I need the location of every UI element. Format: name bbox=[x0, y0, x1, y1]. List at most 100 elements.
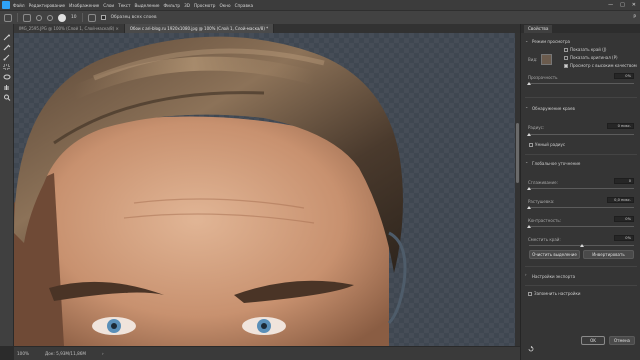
brush-preset-icon[interactable] bbox=[58, 13, 66, 22]
menu-view[interactable]: Просмотр bbox=[194, 3, 216, 8]
contrast-slider-knob[interactable] bbox=[527, 225, 531, 228]
show-edge-label: Показать край (J) bbox=[570, 47, 607, 52]
contrast-label: Контрастность: bbox=[528, 218, 562, 223]
opacity-field[interactable]: 0% bbox=[614, 73, 634, 79]
feather-slider-knob[interactable] bbox=[527, 206, 531, 209]
smart-radius-checkbox[interactable] bbox=[529, 143, 533, 147]
opacity-slider[interactable] bbox=[529, 83, 634, 84]
document-tabs: IMG_2595.JPG @ 100% (Слой 1, Слой-маска/… bbox=[14, 24, 520, 33]
clear-selection-button[interactable]: Очистить выделение bbox=[529, 250, 580, 259]
show-original-checkbox[interactable] bbox=[564, 56, 568, 60]
photoshop-logo bbox=[2, 1, 10, 9]
radius-label: Радиус: bbox=[528, 125, 545, 130]
view-mode-label: Режим просмотра bbox=[532, 39, 570, 44]
smooth-slider[interactable] bbox=[529, 188, 634, 189]
properties-panel: Свойства ⌄ Режим просмотра Вид: Показать… bbox=[520, 24, 640, 360]
refine-edge-brush-icon[interactable] bbox=[3, 44, 11, 51]
divider bbox=[525, 154, 637, 155]
show-original-label: Показать оригинал (P) bbox=[570, 55, 618, 60]
view-label: Вид: bbox=[528, 57, 538, 62]
contrast-slider[interactable] bbox=[529, 226, 634, 227]
divider bbox=[525, 97, 637, 98]
hand-tool-icon[interactable] bbox=[3, 84, 11, 91]
divider bbox=[17, 13, 18, 22]
tab-img-2595[interactable]: IMG_2595.JPG @ 100% (Слой 1, Слой-маска/… bbox=[14, 24, 125, 33]
smart-radius-label: Умный радиус bbox=[535, 142, 566, 147]
menu-text[interactable]: Текст bbox=[118, 3, 130, 8]
brush-add-icon[interactable] bbox=[36, 14, 42, 21]
scrollbar-thumb[interactable] bbox=[516, 123, 519, 183]
menu-window[interactable]: Окно bbox=[219, 3, 230, 8]
show-edge-checkbox[interactable] bbox=[564, 48, 568, 52]
close-button[interactable]: ✕ bbox=[632, 2, 636, 8]
radius-field[interactable]: 0 пикс. bbox=[607, 123, 634, 129]
doc-info: Док: 5,93M/11,86M bbox=[44, 351, 87, 356]
radius-slider[interactable] bbox=[529, 134, 634, 135]
chevron-down-icon[interactable]: ⌄ bbox=[525, 38, 528, 43]
opacity-label: Прозрачность bbox=[528, 75, 558, 80]
reset-icon[interactable] bbox=[528, 337, 534, 352]
chevron-right-icon[interactable]: › bbox=[525, 272, 527, 277]
lasso-tool-icon[interactable] bbox=[3, 74, 11, 81]
sample-all-layers-label: Образец всех слоев bbox=[110, 15, 157, 20]
invert-button[interactable]: Инвертировать bbox=[583, 250, 634, 259]
options-bar: 10 Образец всех слоев Р bbox=[0, 10, 640, 24]
brush-subtract-icon[interactable] bbox=[47, 14, 53, 21]
contrast-field[interactable]: 0% bbox=[614, 216, 634, 222]
shift-edge-label: Сместить край: bbox=[528, 237, 561, 242]
minimize-button[interactable]: — bbox=[608, 2, 613, 8]
zoom-tool-icon[interactable] bbox=[3, 94, 11, 101]
view-thumbnail[interactable] bbox=[541, 54, 552, 65]
menu-image[interactable]: Изображение bbox=[69, 3, 99, 8]
global-refinements-label: Глобальное уточнение bbox=[532, 161, 581, 166]
menu-edit[interactable]: Редактирование bbox=[29, 3, 66, 8]
sample-all-layers-checkbox[interactable] bbox=[100, 15, 106, 20]
remember-settings-label: Запомнить настройки bbox=[534, 291, 581, 296]
panel-toggle[interactable]: Р bbox=[633, 15, 636, 20]
angle-icon[interactable] bbox=[87, 13, 96, 22]
shift-edge-slider-knob[interactable] bbox=[579, 244, 584, 247]
panel-header: Свойства bbox=[521, 24, 640, 33]
edge-detection-label: Обнаружение краев bbox=[532, 106, 575, 111]
status-arrow[interactable]: › bbox=[102, 351, 104, 356]
feather-slider[interactable] bbox=[529, 207, 634, 208]
output-settings-label: Настройки экспорта bbox=[532, 274, 576, 279]
tab-wallpaper[interactable]: Обои с ari-blog.ru 1920x1080.jpg @ 100% … bbox=[124, 24, 275, 33]
smooth-field[interactable]: 0 bbox=[614, 178, 634, 184]
high-quality-label: Просмотр с высоким качеством bbox=[570, 63, 637, 68]
high-quality-checkbox[interactable] bbox=[564, 64, 568, 68]
zoom-level[interactable]: 100% bbox=[17, 351, 29, 356]
document-canvas[interactable] bbox=[14, 33, 520, 346]
divider bbox=[525, 285, 637, 286]
chevron-down-icon[interactable]: ⌄ bbox=[525, 159, 528, 164]
cancel-button[interactable]: Отмена bbox=[609, 336, 635, 345]
feather-label: Растушевка: bbox=[528, 199, 555, 204]
opacity-slider-knob[interactable] bbox=[527, 82, 531, 85]
menu-select[interactable]: Выделение bbox=[135, 3, 160, 8]
menu-filter[interactable]: Фильтр bbox=[164, 3, 181, 8]
radius-slider-knob[interactable] bbox=[527, 133, 531, 136]
remember-settings-checkbox[interactable] bbox=[528, 292, 532, 296]
quick-selection-tool-icon[interactable] bbox=[3, 34, 11, 41]
window-controls: — □ ✕ bbox=[608, 2, 640, 8]
home-icon[interactable] bbox=[4, 13, 12, 22]
brush-tool-icon[interactable] bbox=[23, 13, 31, 22]
status-bar: 100% Док: 5,93M/11,86M › bbox=[14, 346, 520, 360]
ok-button[interactable]: OK bbox=[581, 336, 605, 345]
brush-tool-icon[interactable] bbox=[3, 54, 11, 61]
shift-edge-field[interactable]: 0% bbox=[614, 235, 634, 241]
tab-properties[interactable]: Свойства bbox=[524, 25, 553, 33]
menu-help[interactable]: Справка bbox=[235, 3, 253, 8]
smooth-slider-knob[interactable] bbox=[527, 187, 531, 190]
feather-field[interactable]: 0,0 пикс. bbox=[607, 197, 634, 203]
brush-size[interactable]: 10 bbox=[71, 15, 77, 20]
portrait-image bbox=[14, 36, 407, 346]
divider bbox=[81, 13, 83, 22]
smooth-label: Сглаживание: bbox=[528, 180, 558, 185]
chevron-down-icon[interactable]: ⌄ bbox=[525, 104, 528, 109]
menu-3d[interactable]: 3D bbox=[184, 3, 190, 8]
object-selection-tool-icon[interactable] bbox=[3, 64, 11, 71]
menu-layers[interactable]: Слои bbox=[103, 3, 114, 8]
maximize-button[interactable]: □ bbox=[620, 2, 625, 8]
menu-file[interactable]: Файл bbox=[13, 3, 25, 8]
